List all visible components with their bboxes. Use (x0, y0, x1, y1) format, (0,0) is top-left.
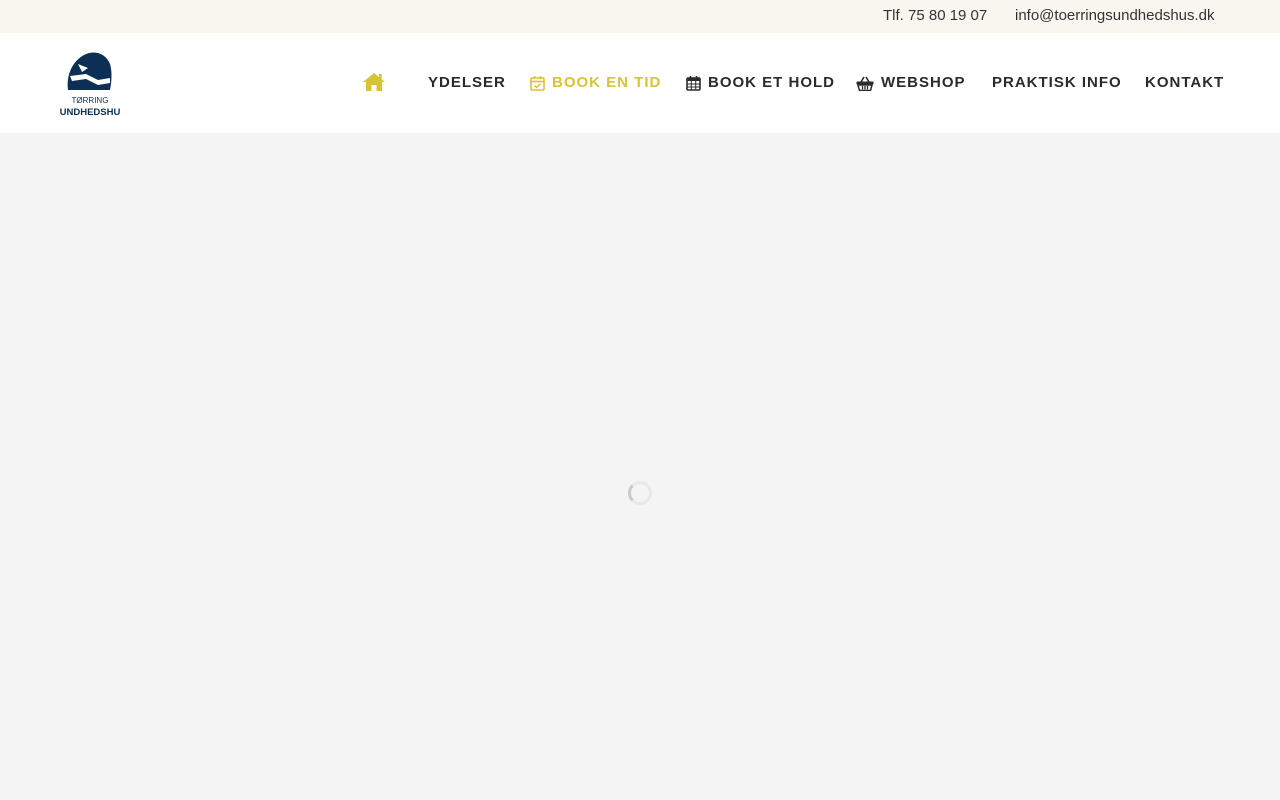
nav-item-label: YDELSER (428, 74, 506, 91)
nav-item-label: BOOK EN TID (552, 74, 662, 91)
calendar-icon (686, 75, 701, 91)
nav-item-label: KONTAKT (1145, 74, 1225, 91)
nav-item-label: PRAKTISK INFO (992, 74, 1122, 91)
nav-item-label: WEBSHOP (881, 74, 966, 91)
loading-spinner-icon (628, 481, 652, 505)
nav-item-book-en-tid[interactable]: BOOK EN TID (530, 73, 661, 93)
nav-item-praktisk-info[interactable]: PRAKTISK INFO (992, 73, 1122, 93)
main-navigation: YDELSER BOOK EN TID BOOK ET HOLD WEBSHOP… (0, 33, 1280, 133)
nav-item-kontakt[interactable]: KONTAKT (1145, 73, 1224, 93)
basket-icon (856, 76, 874, 91)
nav-item-label: BOOK ET HOLD (708, 74, 835, 91)
top-contact-bar: Tlf. 75 80 19 07 info@toerringsundhedshu… (0, 0, 1280, 33)
page-content (0, 133, 1280, 800)
nav-home[interactable] (362, 72, 386, 92)
home-icon (362, 72, 386, 92)
nav-item-ydelser[interactable]: YDELSER (428, 73, 506, 93)
nav-item-webshop[interactable]: WEBSHOP (856, 73, 966, 93)
email-link[interactable]: info@toerringsundhedshus.dk (1015, 7, 1215, 24)
calendar-check-icon (530, 75, 545, 91)
phone-link[interactable]: Tlf. 75 80 19 07 (883, 7, 987, 24)
nav-item-book-et-hold[interactable]: BOOK ET HOLD (686, 73, 835, 93)
site-header: TØRRING SUNDHEDSHUS YDELSER (0, 33, 1280, 133)
